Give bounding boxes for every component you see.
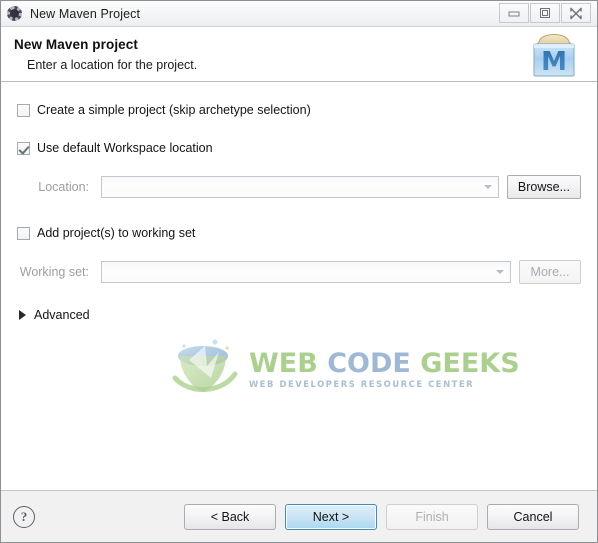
watermark-logo-icon <box>167 334 245 400</box>
simple-project-label: Create a simple project (skip archetype … <box>37 103 311 117</box>
next-button[interactable]: Next > <box>285 503 377 530</box>
chevron-down-icon <box>496 270 504 274</box>
watermark-word-geeks: GEEKS <box>420 347 520 379</box>
close-icon <box>570 7 582 19</box>
dialog-content: Create a simple project (skip archetype … <box>1 82 597 490</box>
page-subtitle: Enter a location for the project. <box>27 57 198 72</box>
help-icon[interactable]: ? <box>13 505 35 528</box>
watermark-text: WEB CODE GEEKS WEB DEVELOPERS RESOURCE C… <box>249 347 520 389</box>
dialog-header: New Maven project Enter a location for t… <box>1 27 597 82</box>
watermark-tagline: WEB DEVELOPERS RESOURCE CENTER <box>249 378 475 389</box>
svg-text:M: M <box>541 47 567 77</box>
working-set-checkbox[interactable] <box>17 226 30 240</box>
chevron-down-icon <box>483 185 492 189</box>
page-title: New Maven project <box>14 36 138 52</box>
window-title: New Maven Project <box>30 6 141 21</box>
default-workspace-row[interactable]: Use default Workspace location <box>17 134 581 162</box>
maven-box-icon: M <box>523 28 585 80</box>
web-code-geeks-watermark: WEB CODE GEEKS WEB DEVELOPERS RESOURCE C… <box>167 332 520 402</box>
location-row: Location: Browse... <box>17 172 581 202</box>
working-set-label: Working set: <box>19 265 89 279</box>
location-label: Location: <box>38 180 89 194</box>
working-set-checkbox-row[interactable]: Add project(s) to working set <box>17 219 581 247</box>
title-bar: New Maven Project <box>1 1 597 27</box>
cancel-button[interactable]: Cancel <box>487 503 579 530</box>
maximize-icon <box>540 8 550 18</box>
maven-gear-icon <box>6 5 23 22</box>
new-maven-project-dialog: New Maven Project New Maven project Ente… <box>0 0 598 543</box>
close-button[interactable] <box>561 3 591 23</box>
working-set-checkbox-label: Add project(s) to working set <box>37 226 196 240</box>
advanced-label: Advanced <box>34 308 90 322</box>
simple-project-row[interactable]: Create a simple project (skip archetype … <box>17 96 581 124</box>
advanced-expander[interactable]: Advanced <box>17 304 127 326</box>
working-set-row: Working set: More... <box>17 257 581 287</box>
watermark-title: WEB CODE GEEKS <box>249 347 520 379</box>
maximize-button[interactable] <box>530 3 560 23</box>
minimize-button[interactable] <box>499 3 529 23</box>
back-button[interactable]: < Back <box>184 503 276 530</box>
default-workspace-checkbox[interactable] <box>17 141 30 155</box>
more-button[interactable]: More... <box>519 260 581 284</box>
dialog-footer: ? < Back Next > Finish Cancel <box>1 490 597 542</box>
watermark-word-web: WEB <box>249 347 318 379</box>
minimize-icon <box>508 11 520 17</box>
window-controls <box>499 3 591 23</box>
location-combo[interactable] <box>101 176 499 198</box>
working-set-combo[interactable] <box>101 261 511 283</box>
simple-project-checkbox[interactable] <box>17 103 30 117</box>
chevron-right-icon <box>19 310 26 320</box>
default-workspace-label: Use default Workspace location <box>37 141 213 155</box>
footer-buttons: < Back Next > Finish Cancel <box>184 503 579 530</box>
header-text-block: New Maven project Enter a location for t… <box>4 31 523 78</box>
browse-button[interactable]: Browse... <box>506 175 581 199</box>
watermark-word-code: CODE <box>327 347 411 379</box>
finish-button[interactable]: Finish <box>386 503 478 530</box>
